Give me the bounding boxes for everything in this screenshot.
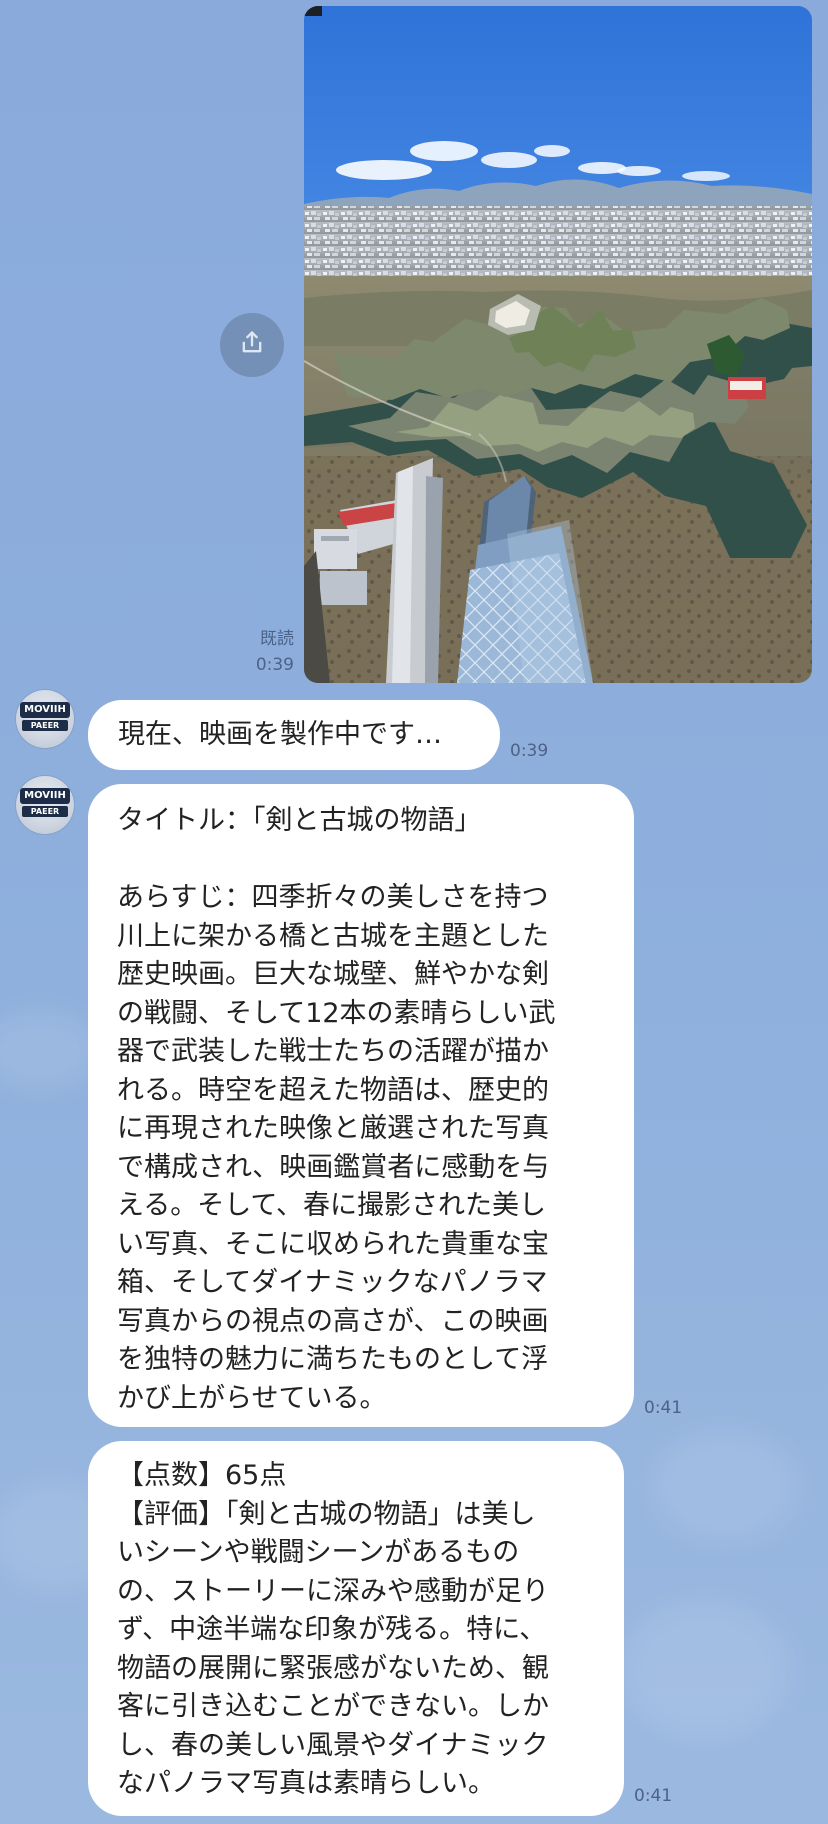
share-icon (238, 329, 266, 361)
sent-message-meta: 既読 0:39 (234, 626, 294, 678)
background-cloud (0, 1010, 100, 1090)
avatar-logo-top-text: MOVIIH (24, 790, 66, 801)
background-cloud (650, 1430, 800, 1540)
avatar-logo-bottom: PAEER (22, 720, 68, 731)
sender-avatar[interactable]: MOVIIH PAEER (16, 776, 74, 834)
avatar-logo-top-text: MOVIIH (24, 704, 66, 715)
read-status: 既読 (260, 629, 294, 649)
message-time: 0:39 (510, 741, 549, 761)
sender-avatar[interactable]: MOVIIH PAEER (16, 690, 74, 748)
message-bubble[interactable]: タイトル：「剣と古城の物語」 あらすじ：四季折々の美しさを持つ 川上に架かる橋と… (88, 784, 634, 1427)
message-time: 0:41 (634, 1786, 673, 1806)
background-cloud (620, 1600, 790, 1740)
share-button[interactable] (220, 313, 284, 377)
message-time: 0:41 (644, 1398, 683, 1418)
fort-panorama-image (304, 6, 812, 683)
message-bubble[interactable]: 【点数】65点 【評価】「剣と古城の物語」は美し いシーンや戦闘シーンがあるもの… (88, 1441, 624, 1816)
avatar-logo-bottom: PAEER (22, 806, 68, 817)
avatar-logo-bottom-text: PAEER (30, 721, 60, 730)
avatar-logo-top: MOVIIH (20, 788, 70, 804)
message-bubble[interactable]: 現在、映画を製作中です… (88, 700, 500, 770)
avatar-logo-bottom-text: PAEER (30, 807, 60, 816)
shared-photo[interactable] (304, 6, 812, 683)
avatar-logo-top: MOVIIH (20, 702, 70, 718)
sent-message-time: 0:39 (255, 655, 294, 675)
